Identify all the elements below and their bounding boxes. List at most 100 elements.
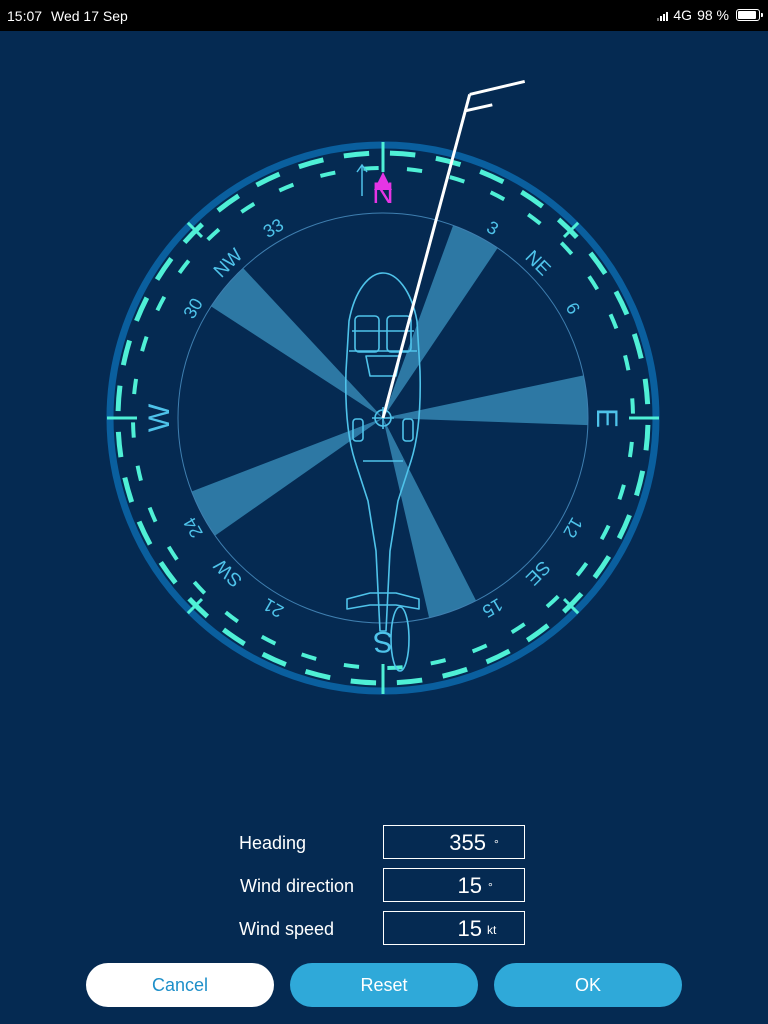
compass-label-west: W: [143, 403, 176, 432]
inner-dash: [166, 545, 179, 561]
heading-value: 355: [449, 830, 486, 855]
compass-label-6: 6: [562, 299, 584, 318]
outer-dash: [634, 470, 646, 497]
compass-label-3: 3: [483, 217, 502, 239]
wind-speed-value: 15: [457, 916, 482, 941]
heading-label: Heading: [239, 833, 307, 853]
outer-dash: [115, 431, 124, 458]
cancel-button[interactable]: Cancel: [86, 963, 274, 1007]
outer-dash: [298, 157, 324, 170]
inner-dash: [489, 190, 506, 202]
outer-dash: [343, 150, 370, 159]
inner-dash: [599, 524, 611, 541]
inner-dash: [575, 562, 589, 577]
inner-dash: [319, 170, 336, 178]
compass-label-21: 21: [260, 594, 287, 621]
inner-dash: [206, 227, 221, 242]
compass-label-se: SE: [521, 556, 554, 589]
wind-compass[interactable]: N ESWNESESWNW36121521243033: [0, 31, 768, 791]
status-bar: 15:07 Wed 17 Sep 4G 98 %: [0, 0, 768, 31]
inner-dash: [155, 295, 167, 312]
outer-dash: [389, 150, 416, 158]
inner-dash: [224, 610, 239, 624]
inner-dash: [131, 422, 136, 438]
wind-direction-value: 15: [457, 873, 482, 898]
heading-input[interactable]: 355 °: [383, 825, 525, 859]
outer-dash: [396, 677, 423, 686]
outer-dash: [350, 678, 377, 686]
inner-dash: [406, 167, 423, 174]
signal-strength-icon: [657, 9, 669, 21]
wind-speed-input[interactable]: 15 kt: [383, 911, 525, 945]
inner-dash: [471, 643, 488, 654]
compass-label-12: 12: [559, 514, 586, 541]
outer-dash: [442, 666, 468, 679]
inner-dash: [260, 634, 277, 646]
compass-label-east: E: [590, 408, 623, 428]
outer-dash: [642, 378, 651, 405]
inner-dash: [363, 166, 379, 171]
compass-label-ne: NE: [521, 247, 555, 281]
battery-percent: 98 %: [697, 7, 729, 23]
outer-dash: [631, 333, 644, 359]
network-type: 4G: [673, 7, 693, 23]
inner-dash: [135, 465, 143, 482]
inner-dash: [623, 354, 631, 371]
outer-dash: [115, 385, 123, 412]
compass-label-sw: SW: [210, 554, 247, 591]
wind-speed-unit: kt: [487, 923, 497, 937]
inner-dash: [343, 662, 360, 669]
status-time: 15:07: [7, 8, 43, 24]
inner-dash: [559, 241, 574, 256]
compass-label-33: 33: [260, 214, 287, 241]
inner-dash: [449, 175, 466, 184]
rotor-blade-5: [191, 418, 383, 536]
wind-speed-label: Wind speed: [239, 919, 335, 939]
inner-dash: [192, 580, 207, 595]
compass-label-south: S: [373, 625, 393, 658]
inner-dash: [617, 484, 626, 501]
wind-barb-short: [464, 103, 493, 113]
wind-speed-row: Wind speed 15 kt: [0, 911, 768, 947]
wind-direction-label: Wind direction: [240, 876, 355, 896]
rotor-blade-2: [383, 225, 498, 418]
inner-dash: [430, 658, 447, 666]
inner-dash: [527, 212, 542, 226]
inner-dash: [608, 313, 619, 330]
rotor-blade-3: [383, 375, 588, 426]
inner-dash: [630, 398, 635, 414]
compass-label-north: N: [372, 177, 394, 210]
inner-dash: [587, 275, 600, 291]
outer-dash: [643, 424, 651, 451]
inner-dash: [278, 182, 295, 193]
rotor-blade-4: [383, 418, 477, 618]
outer-dash: [435, 155, 462, 167]
inner-dash: [147, 506, 158, 523]
inner-dash: [510, 622, 526, 635]
compass-label-15: 15: [479, 594, 506, 621]
outer-dash: [122, 477, 135, 503]
inner-dash: [545, 594, 560, 609]
battery-fill: [738, 11, 756, 19]
battery-icon: [736, 9, 763, 21]
wind-direction-unit: °: [488, 880, 493, 894]
compass-label-24: 24: [179, 514, 206, 541]
inner-dash: [240, 201, 256, 214]
heading-unit: °: [494, 837, 499, 851]
rotor-blade-1: [211, 268, 383, 418]
inner-dash: [300, 652, 317, 661]
outer-dash: [304, 669, 331, 681]
ok-button[interactable]: OK: [494, 963, 682, 1007]
status-date: Wed 17 Sep: [51, 8, 128, 24]
inner-dash: [627, 441, 634, 458]
inner-dash: [140, 335, 149, 352]
inner-dash: [132, 378, 139, 395]
outer-dash: [120, 339, 132, 366]
wind-direction-row: Wind direction 15 °: [0, 868, 768, 904]
status-indicators: 4G 98 %: [657, 7, 763, 23]
inner-dash: [177, 259, 191, 274]
reset-button[interactable]: Reset: [290, 963, 478, 1007]
wind-direction-input[interactable]: 15 °: [383, 868, 525, 902]
compass-label-30: 30: [179, 295, 206, 322]
heading-row: Heading 355 °: [0, 825, 768, 861]
